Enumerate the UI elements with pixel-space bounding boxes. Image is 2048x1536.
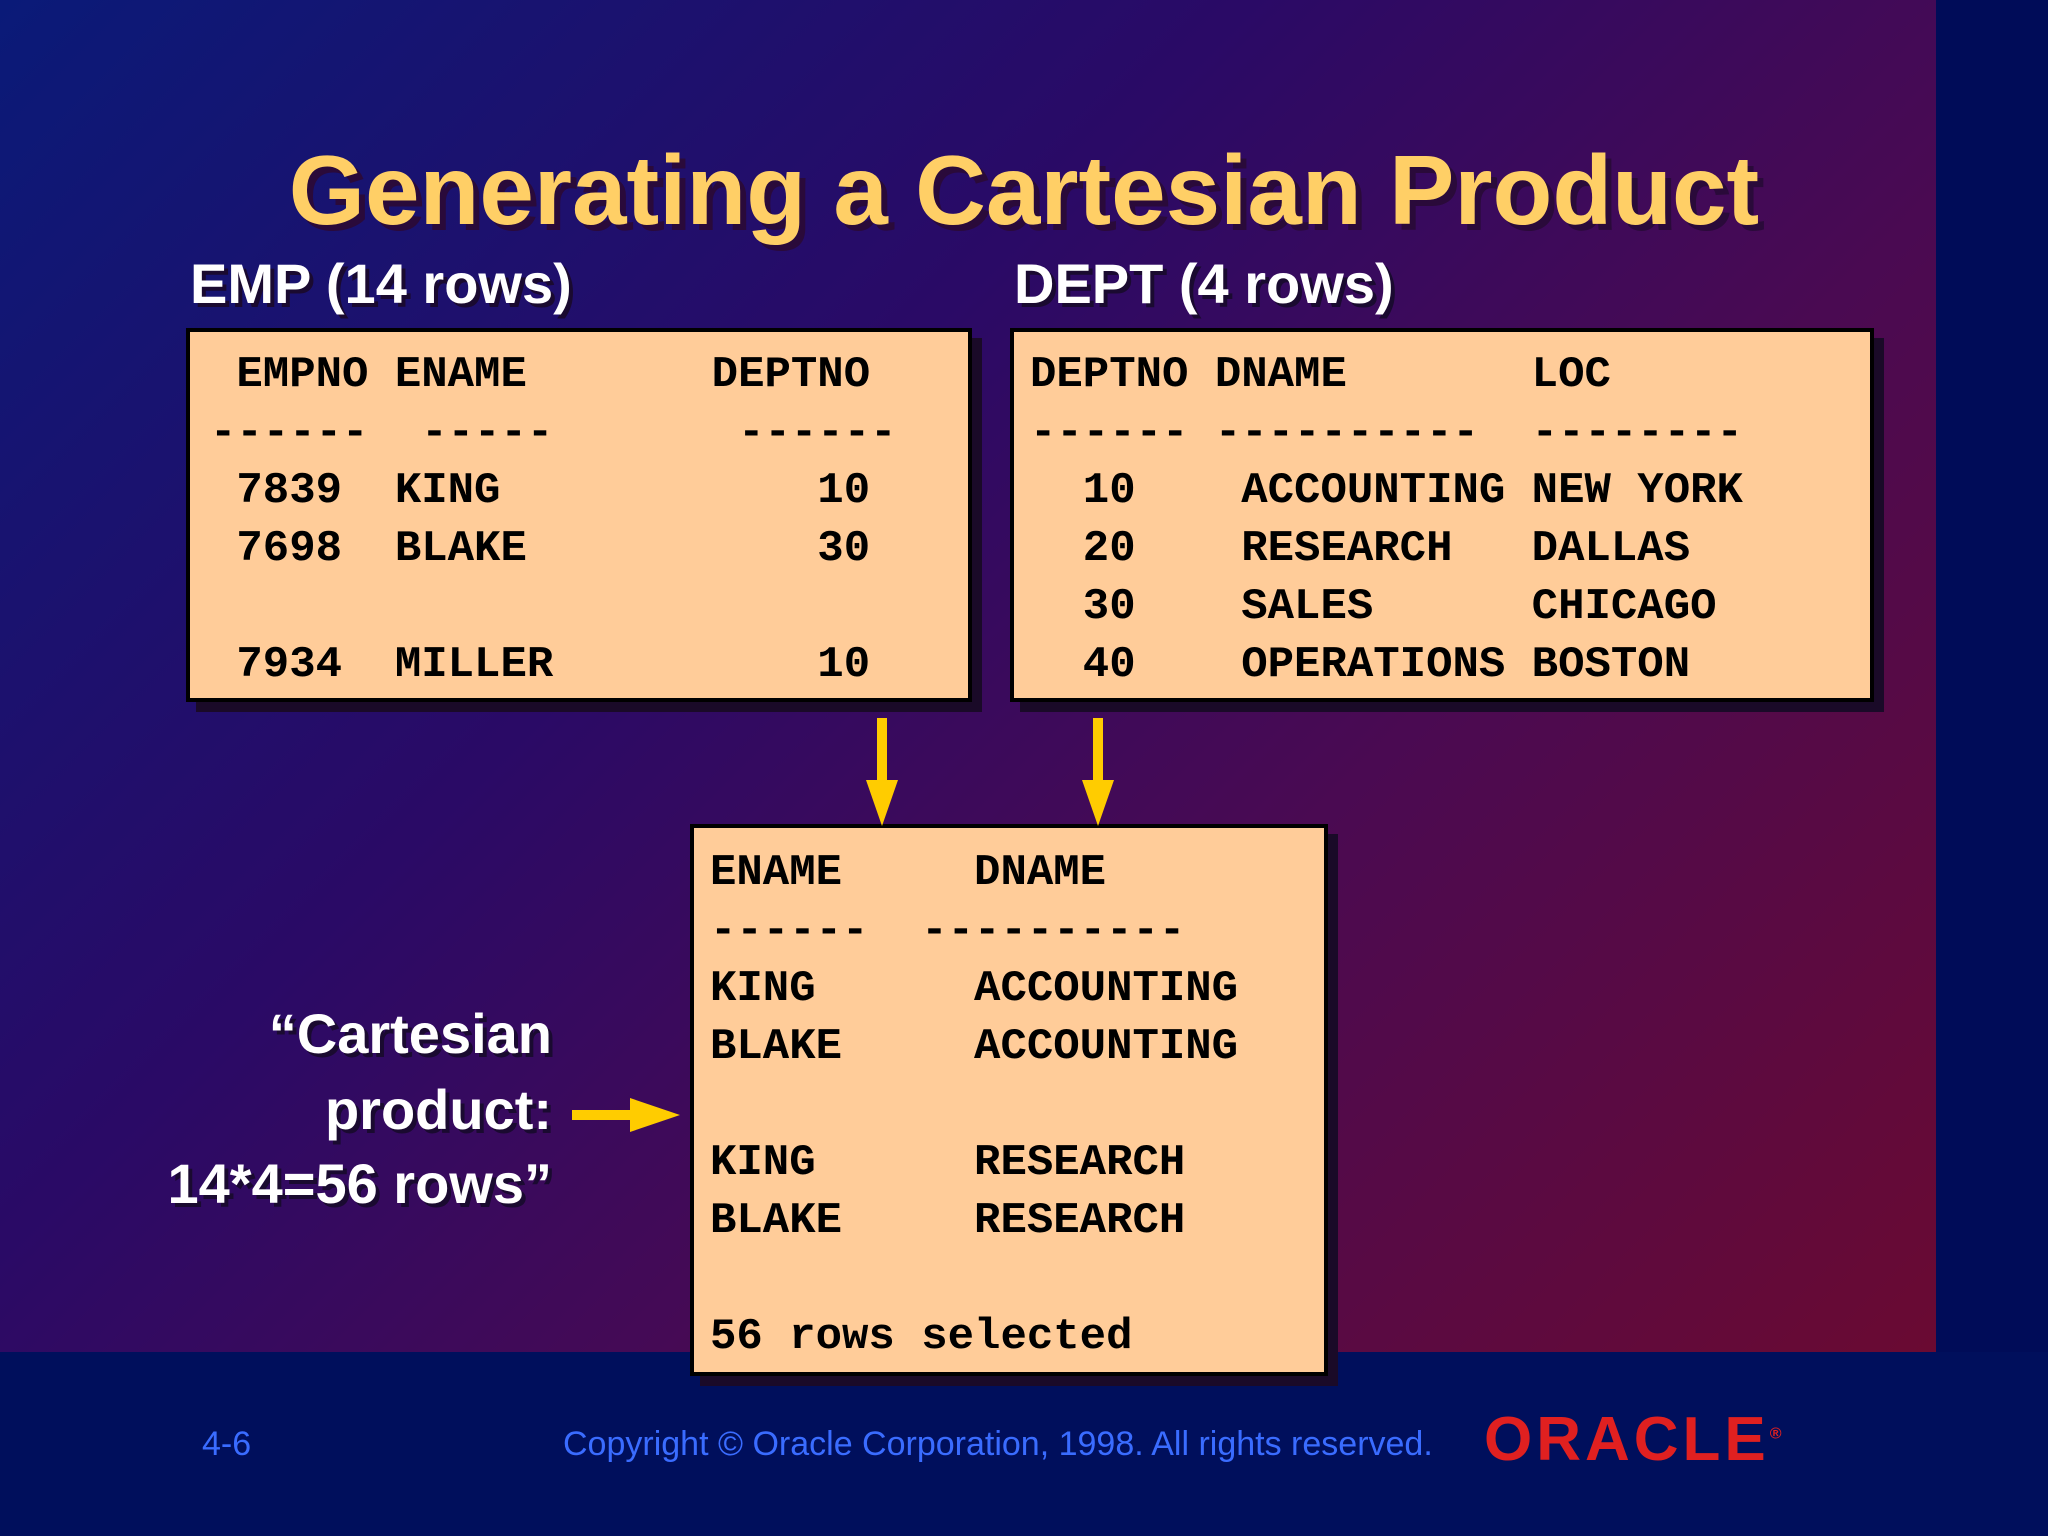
arrow-down-icon xyxy=(1082,718,1114,826)
note-line: 14*4=56 rows” xyxy=(167,1152,552,1215)
note-line: “Cartesian xyxy=(268,1002,552,1065)
arrow-right-icon xyxy=(572,1098,680,1132)
copyright: Copyright © Oracle Corporation, 1998. Al… xyxy=(563,1425,1433,1463)
page-number: 4-6 xyxy=(202,1425,252,1463)
note-line: product: xyxy=(324,1078,552,1141)
arrows xyxy=(572,718,1114,1132)
arrow-down-icon xyxy=(866,718,898,826)
logo-text: ORACLE xyxy=(1484,1405,1770,1474)
registered-mark: ® xyxy=(1769,1425,1786,1443)
oracle-logo: ORACLE® xyxy=(1484,1404,1786,1475)
